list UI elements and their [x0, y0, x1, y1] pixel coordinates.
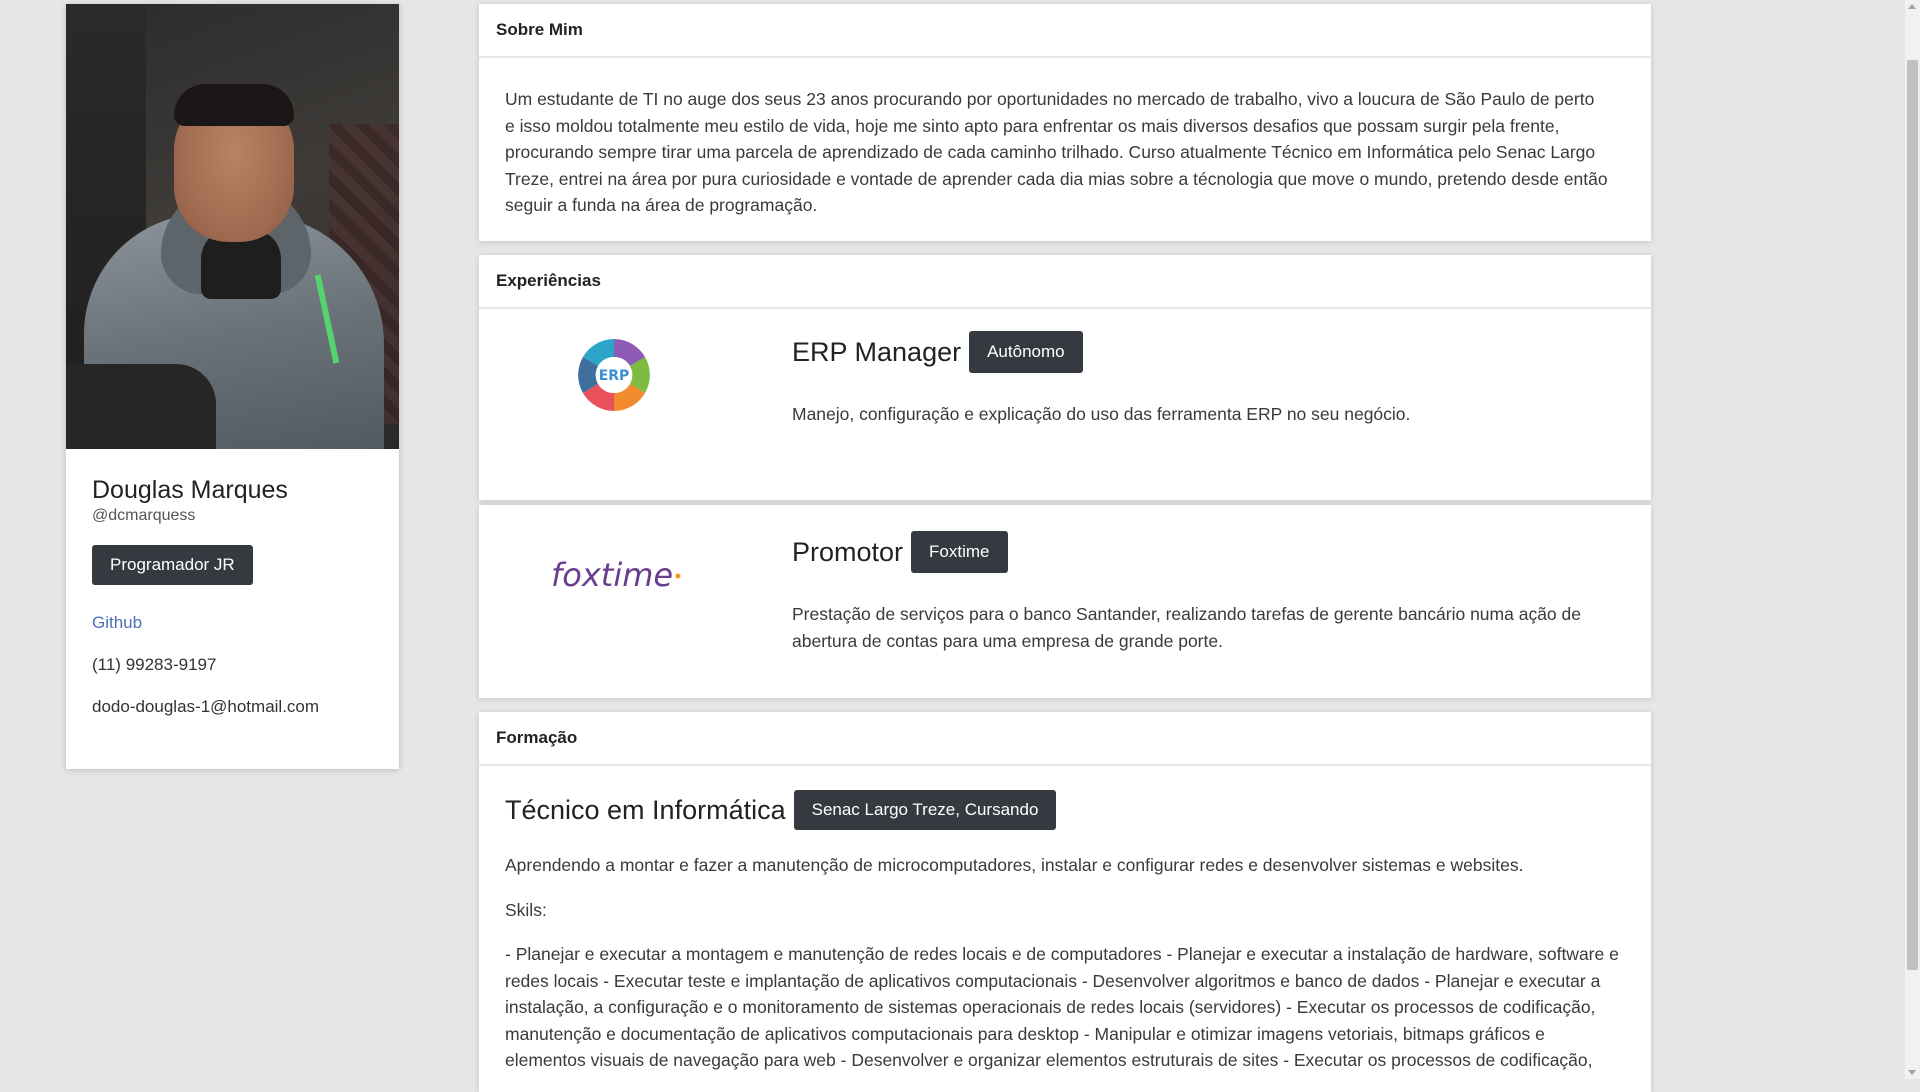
scroll-down-icon[interactable]	[1908, 1070, 1916, 1075]
education-badge: Senac Largo Treze, Cursando	[793, 790, 1057, 830]
about-text: Um estudante de TI no auge dos seus 23 a…	[505, 89, 1608, 215]
phone-number: (11) 99283-9197	[92, 655, 217, 674]
education-card: Formação Técnico em Informática Senac La…	[479, 712, 1651, 1092]
foxtime-logo-text: foxtime	[551, 556, 673, 594]
education-description: Aprendendo a montar e fazer a manutenção…	[505, 855, 1524, 875]
experience-title: ERP Manager	[792, 336, 962, 367]
erp-logo-text: ERP	[599, 368, 630, 384]
profile-handle: @dcmarquess	[92, 507, 196, 524]
experience-header: Experiências	[479, 255, 1651, 309]
page-scrollbar[interactable]	[1905, 0, 1920, 1079]
about-card: Sobre Mim Um estudante de TI no auge dos…	[479, 4, 1651, 241]
profile-name: Douglas Marques	[92, 476, 288, 504]
skills-label: Skils:	[505, 899, 547, 920]
scroll-thumb[interactable]	[1907, 60, 1918, 970]
experience-description: Manejo, configuração e explicação do uso…	[792, 404, 1411, 424]
profile-card: Douglas Marques @dcmarquess Programador …	[66, 4, 399, 769]
about-header: Sobre Mim	[479, 4, 1651, 58]
experience-badge: Autônomo	[969, 331, 1083, 373]
role-badge: Programador JR	[92, 545, 253, 585]
erp-logo-icon: ERP	[578, 339, 650, 411]
foxtime-logo-icon: foxtime	[551, 550, 691, 600]
education-header: Formação	[479, 712, 1651, 766]
experience-card: Experiências ERP ERP Manager Autônomo Ma…	[479, 255, 1651, 500]
education-title: Técnico em Informática	[505, 794, 786, 825]
email-address: dodo-douglas-1@hotmail.com	[92, 697, 320, 716]
experience-badge: Foxtime	[911, 531, 1008, 573]
experience-title: Promotor	[792, 536, 904, 567]
github-link[interactable]: Github	[92, 613, 373, 633]
scroll-up-icon[interactable]	[1908, 4, 1916, 9]
profile-photo	[66, 4, 399, 449]
skills-text: - Planejar e executar a montagem e manut…	[505, 944, 1619, 1070]
experience-description: Prestação de serviços para o banco Santa…	[792, 604, 1581, 651]
experience-card: foxtime Promotor Foxtime Prestação de se…	[479, 505, 1651, 698]
